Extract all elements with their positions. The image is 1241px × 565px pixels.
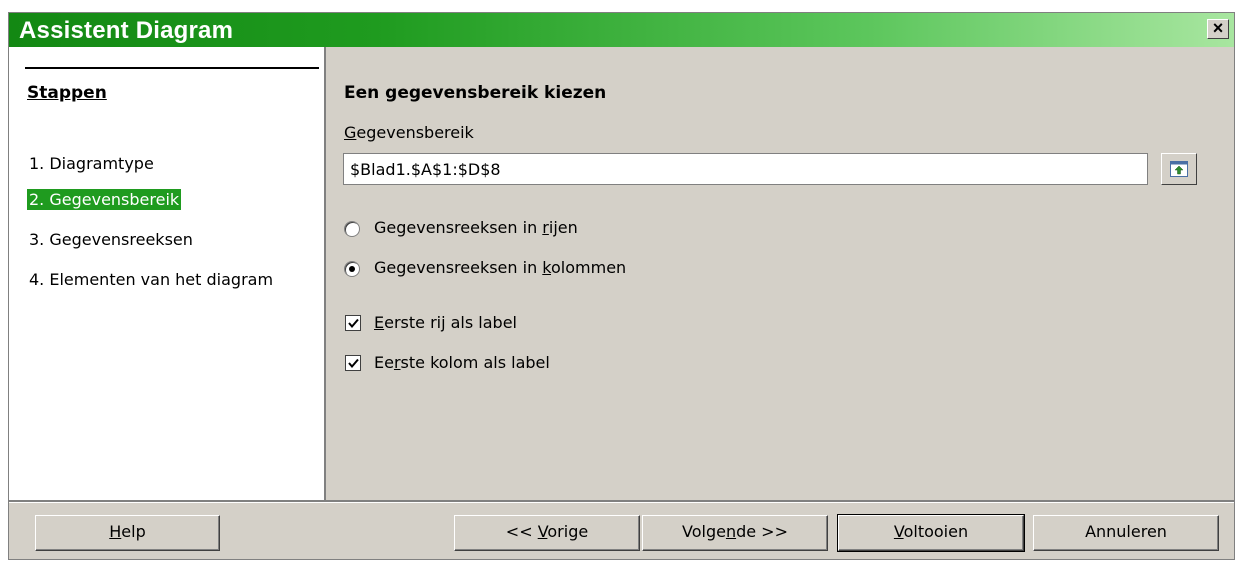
step-gegevensbereik[interactable]: 2. Gegevensbereik — [27, 189, 182, 210]
checkbox-first-row-label[interactable] — [345, 315, 361, 331]
radio-series-in-rows-label[interactable]: Gegevensreeksen in rijen — [374, 218, 578, 237]
steps-panel: Stappen 1. Diagramtype 2. Gegevensbereik… — [9, 47, 326, 500]
checkbox-first-column-label-text[interactable]: Eerste kolom als label — [374, 353, 550, 372]
radio-series-in-columns[interactable] — [344, 261, 360, 277]
title-bar[interactable]: Assistent Diagram × — [9, 13, 1234, 47]
window-title: Assistent Diagram — [19, 17, 234, 44]
finish-button[interactable]: Voltooien — [837, 514, 1025, 552]
next-button[interactable]: Volgende >> — [642, 515, 828, 551]
step-elementen[interactable]: 4. Elementen van het diagram — [27, 269, 275, 290]
shrink-range-icon — [1170, 161, 1188, 177]
checkbox-first-column-label[interactable] — [345, 355, 361, 371]
steps-heading: Stappen — [27, 83, 107, 103]
footer-divider — [9, 500, 1234, 503]
radio-series-in-rows[interactable] — [344, 221, 360, 237]
step-diagramtype[interactable]: 1. Diagramtype — [27, 153, 156, 174]
shrink-range-button[interactable] — [1161, 153, 1197, 185]
radio-selected-dot — [349, 266, 355, 272]
close-icon: × — [1212, 18, 1224, 38]
chart-wizard-dialog: Assistent Diagram × Stappen 1. Diagramty… — [8, 12, 1235, 560]
close-button[interactable]: × — [1207, 19, 1229, 39]
range-label: Gegevensbereik — [344, 123, 474, 142]
checkbox-first-row-label-text[interactable]: Eerste rij als label — [374, 313, 517, 332]
page-title: Een gegevensbereik kiezen — [344, 83, 607, 103]
checkmark-icon — [348, 358, 359, 369]
previous-button[interactable]: << Vorige — [454, 515, 640, 551]
cancel-button[interactable]: Annuleren — [1033, 515, 1219, 551]
steps-divider — [25, 67, 319, 69]
help-button[interactable]: Help — [35, 515, 220, 551]
range-input[interactable] — [343, 153, 1148, 185]
radio-series-in-columns-label[interactable]: Gegevensreeksen in kolommen — [374, 258, 626, 277]
step-gegevensreeksen[interactable]: 3. Gegevensreeksen — [27, 229, 195, 250]
checkmark-icon — [348, 318, 359, 329]
